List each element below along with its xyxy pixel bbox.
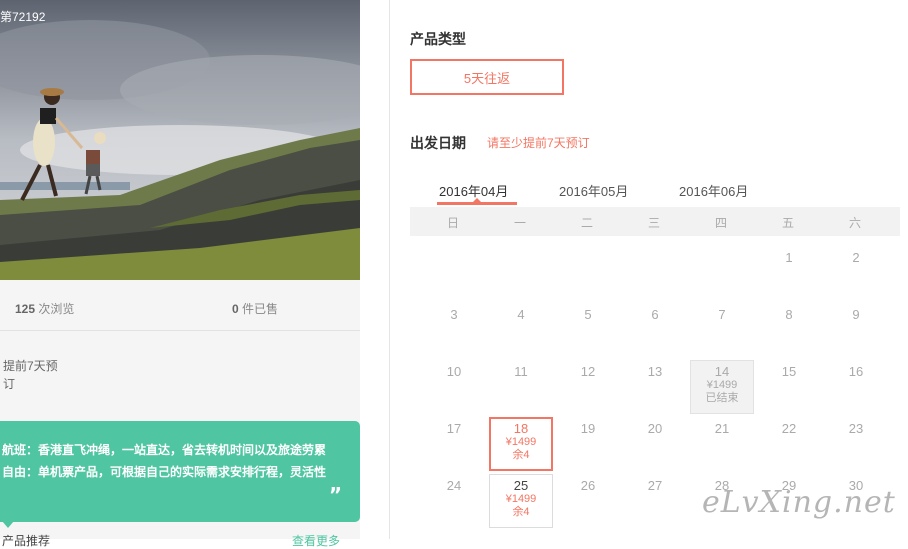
weekday-thu: 四 (714, 216, 727, 230)
panel-divider (389, 0, 390, 539)
highlights-box: 航班：香港直飞冲绳，一站直达，省去转机时间以及旅途劳累 自由：单机票产品，可根据… (0, 421, 360, 522)
booking-note-line2: 订 (3, 377, 16, 391)
advance-booking-hint: 请至少提前7天预订 (487, 136, 590, 150)
calendar-day: 24 (446, 478, 462, 493)
recommend-title: 产品推荐 (2, 534, 51, 548)
stats-divider (0, 330, 360, 331)
calendar-day: 8 (785, 307, 793, 322)
calendar-day: 16 (848, 364, 864, 379)
weekday-fri: 五 (781, 216, 794, 230)
sold-label: 件已售 (242, 302, 279, 316)
calendar-day: 5 (584, 307, 592, 322)
product-type-option[interactable]: 5天往返 (410, 59, 564, 95)
views-stat: 125 次浏览 (15, 300, 74, 317)
tab-month-jun[interactable]: 2016年06月 (679, 181, 748, 200)
product-type-label: 产品类型 (410, 31, 466, 47)
day-price: ¥1499 (505, 436, 537, 448)
calendar-day: 6 (651, 307, 659, 322)
weekday-tue: 二 (580, 216, 593, 230)
site-watermark: eLvXing.net (702, 485, 896, 520)
highlights-tail (2, 521, 14, 528)
calendar-day: 17 (446, 421, 462, 436)
active-tab-indicator (437, 202, 517, 205)
views-count: 125 (15, 302, 36, 316)
calendar-day: 13 (647, 364, 663, 379)
calendar-day: 9 (852, 307, 860, 322)
booking-note: 提前7天预 订 (3, 357, 73, 393)
calendar-day: 19 (580, 421, 596, 436)
day-stock: 余4 (512, 506, 530, 518)
calendar-day-selected[interactable]: 18 ¥1499 余4 (489, 417, 553, 471)
day-price: ¥1499 (706, 379, 738, 391)
product-photo-image (0, 0, 360, 280)
calendar-day: 1 (785, 250, 793, 265)
day-number: 18 (513, 421, 529, 436)
views-label: 次浏览 (38, 302, 75, 316)
calendar-day: 11 (514, 364, 528, 379)
product-left-panel: 第72192 125 次浏览 0 件已售 提前7天预 订 航班：香港直飞冲绳，一… (0, 0, 360, 548)
calendar-day-available[interactable]: 25 ¥1499 余4 (489, 474, 553, 528)
calendar-day: 23 (848, 421, 864, 436)
view-more-link[interactable]: 查看更多 (292, 532, 340, 549)
highlight-freedom: 自由：单机票产品，可根据自己的实际需求安排行程，灵活性 (2, 465, 327, 479)
weekday-mon: 一 (513, 216, 526, 230)
calendar-day: 27 (647, 478, 663, 493)
active-tab-caret (473, 198, 481, 202)
product-photo: 第72192 (0, 0, 360, 280)
day-number: 14 (714, 364, 730, 379)
tab-month-may[interactable]: 2016年05月 (559, 181, 628, 200)
calendar-day-ended: 14 ¥1499 已结束 (690, 360, 754, 414)
sold-count: 0 (232, 302, 239, 316)
calendar-day: 26 (580, 478, 596, 493)
calendar-day: 22 (781, 421, 797, 436)
calendar-day: 4 (517, 307, 525, 322)
calendar-day: 10 (446, 364, 462, 379)
weekday-sun: 日 (446, 216, 459, 230)
departure-date-label: 出发日期 (410, 135, 466, 151)
day-stock: 余4 (512, 449, 530, 461)
sold-stat: 0 件已售 (232, 300, 278, 317)
calendar-day: 3 (450, 307, 458, 322)
day-status: 已结束 (705, 392, 739, 404)
calendar-day: 2 (852, 250, 860, 265)
quote-icon: ” (328, 483, 342, 507)
day-number: 25 (513, 478, 529, 493)
booking-note-line1: 提前7天预 (3, 359, 58, 373)
highlight-flight: 航班：香港直飞冲绳，一站直达，省去转机时间以及旅途劳累 (2, 443, 327, 457)
weekday-sat: 六 (848, 216, 861, 230)
calendar-day: 12 (580, 364, 596, 379)
calendar-day: 20 (647, 421, 663, 436)
weekday-wed: 三 (647, 216, 660, 230)
day-price: ¥1499 (505, 493, 537, 505)
calendar-day: 21 (714, 421, 730, 436)
photo-id-label: 第72192 (0, 10, 46, 24)
calendar-day: 15 (781, 364, 797, 379)
calendar-day: 7 (718, 307, 726, 322)
